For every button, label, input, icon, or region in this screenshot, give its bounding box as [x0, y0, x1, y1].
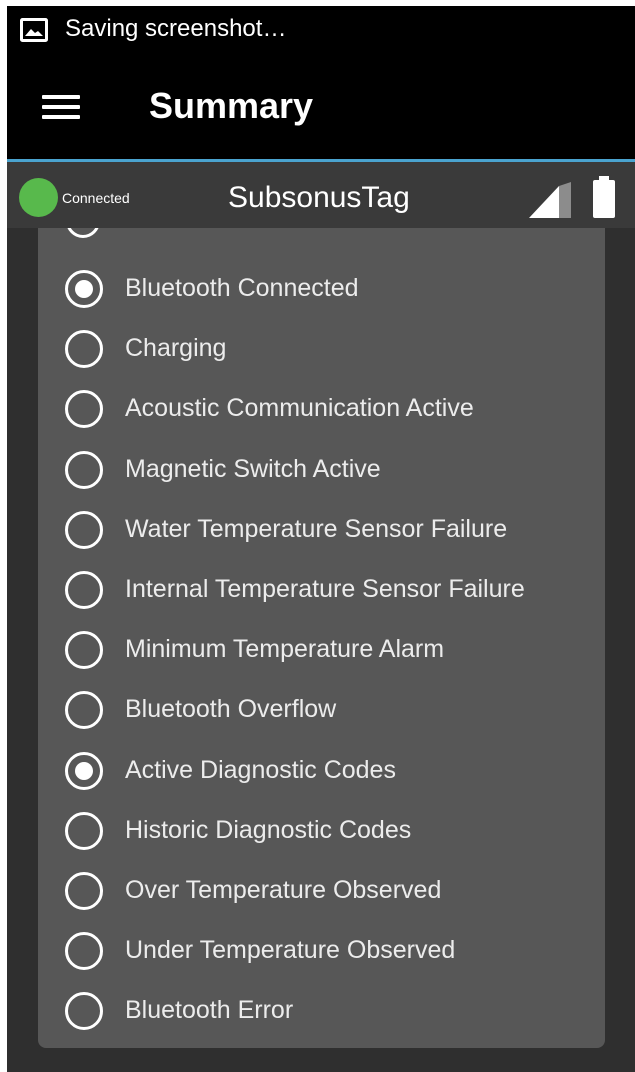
radio-unchecked-icon[interactable]	[65, 872, 103, 910]
connection-status-indicator	[19, 178, 58, 217]
status-list-item-label: Charging	[125, 334, 227, 363]
image-icon	[20, 18, 48, 42]
status-list-item[interactable]: Water Temperature Sensor Failure	[38, 498, 605, 558]
status-list-item-label: Bluetooth Connected	[125, 274, 359, 302]
status-list-item-label: Active Diagnostic Codes	[125, 755, 396, 784]
status-list-item-label: Magnetic Switch Active	[125, 454, 381, 483]
status-list-item[interactable]: Over Temperature Observed	[38, 859, 605, 919]
device-name: SubsonusTag	[228, 181, 410, 214]
status-list-item[interactable]: Internal Temperature Sensor Failure	[38, 558, 605, 618]
status-list-item-label: Over Temperature Observed	[125, 876, 442, 904]
status-list-item-label: Water Temperature Sensor Failure	[125, 514, 508, 543]
status-list-item-label: Acoustic Communication Active	[125, 394, 474, 423]
status-list-item-label: Historic Diagnostic Codes	[125, 815, 412, 844]
status-list-item-label: Minimum Temperature Alarm	[125, 635, 445, 664]
radio-checked-icon[interactable]	[65, 751, 103, 790]
status-list-item[interactable]: Bluetooth Error	[38, 979, 605, 1039]
status-list-item[interactable]: Charging	[38, 317, 605, 377]
connection-status-label: Connected	[62, 190, 130, 206]
radio-unchecked-icon[interactable]	[65, 390, 103, 429]
status-list-item-label: Bluetooth Error	[125, 996, 294, 1025]
status-flags-card: Bluetooth Connected Charging Acoustic Comm…	[38, 228, 605, 1048]
radio-unchecked-icon[interactable]	[65, 450, 103, 489]
hamburger-menu-icon[interactable]	[42, 95, 82, 121]
radio-unchecked-icon[interactable]	[65, 691, 103, 730]
status-list-item[interactable]: Active Diagnostic Codes	[38, 739, 605, 799]
status-list-item[interactable]: Magnetic Switch Active	[38, 438, 605, 498]
radio-unchecked-icon[interactable]	[65, 932, 103, 971]
status-list-item[interactable]: Bluetooth Overflow	[38, 678, 605, 738]
status-list-item[interactable]: Acoustic Communication Active	[38, 377, 605, 437]
status-list-item[interactable]: Under Temperature Observed	[38, 919, 605, 979]
radio-button-partial	[66, 228, 100, 238]
app-bar: Summary	[7, 56, 635, 162]
status-list-item-label: Internal Temperature Sensor Failure	[125, 575, 525, 603]
device-bar: Connected SubsonusTag	[7, 162, 635, 228]
battery-full-icon	[593, 176, 615, 218]
status-list-item[interactable]: Bluetooth Connected	[38, 257, 605, 317]
page-title: Summary	[149, 85, 314, 126]
status-list-item-label: Bluetooth Overflow	[125, 695, 337, 724]
radio-unchecked-icon[interactable]	[65, 510, 103, 549]
radio-unchecked-icon[interactable]	[65, 992, 103, 1031]
status-notification-text: Saving screenshot…	[65, 15, 287, 42]
radio-unchecked-icon[interactable]	[65, 571, 103, 609]
signal-strength-icon	[529, 182, 571, 218]
status-list-item[interactable]: Minimum Temperature Alarm	[38, 618, 605, 678]
radio-unchecked-icon[interactable]	[65, 631, 103, 670]
phone-screen: Saving screenshot… Summary Connected Sub…	[7, 6, 635, 1072]
radio-checked-icon[interactable]	[65, 270, 103, 308]
status-bar: Saving screenshot…	[7, 6, 635, 56]
status-list-item[interactable]: Historic Diagnostic Codes	[38, 799, 605, 859]
radio-unchecked-icon[interactable]	[65, 330, 103, 369]
radio-unchecked-icon[interactable]	[65, 811, 103, 850]
status-list-item-label: Under Temperature Observed	[125, 936, 456, 965]
